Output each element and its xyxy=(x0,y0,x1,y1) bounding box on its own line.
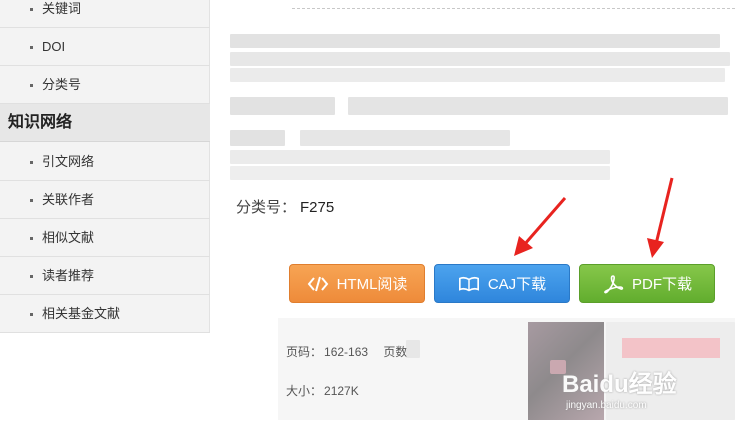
sidebar-item-label: DOI xyxy=(42,39,66,54)
bullet-icon xyxy=(30,237,33,240)
file-size: 大小： 2127K xyxy=(286,382,359,399)
pdf-icon xyxy=(604,274,624,293)
page-range: 页码： 162-163 页数 xyxy=(286,343,407,360)
arrow-to-caj xyxy=(514,197,567,256)
bullet-icon xyxy=(30,161,33,164)
page-range-label: 页码： xyxy=(286,345,323,359)
page-count-label: 页数 xyxy=(383,345,408,359)
sidebar-section-title: 知识网络 xyxy=(0,104,210,142)
pdf-download-button[interactable]: PDF下载 xyxy=(579,264,715,303)
sidebar-item-reader-recommend[interactable]: 读者推荐 xyxy=(0,257,210,295)
bullet-icon xyxy=(30,8,33,11)
classification-label: 分类号： xyxy=(236,199,297,216)
sidebar: 关键词 DOI 分类号 知识网络 引文网络 关联作者 相似文献 读者推荐 相关基… xyxy=(0,0,210,333)
sidebar-item-similar-literature[interactable]: 相似文献 xyxy=(0,219,210,257)
divider xyxy=(292,8,735,9)
caj-download-button[interactable]: CAJ下载 xyxy=(434,264,570,303)
sidebar-item-label: 相似文献 xyxy=(42,230,95,245)
pdf-download-label: PDF下载 xyxy=(631,276,692,293)
sidebar-item-label: 相关基金文献 xyxy=(42,306,121,321)
bullet-icon xyxy=(30,275,33,278)
sidebar-item-keywords[interactable]: 关键词 xyxy=(0,0,210,28)
sidebar-item-label: 引文网络 xyxy=(42,154,95,169)
file-size-label: 大小： xyxy=(286,384,323,398)
sidebar-item-label: 关键词 xyxy=(42,1,82,16)
page-root: 关键词 DOI 分类号 知识网络 引文网络 关联作者 相似文献 读者推荐 相关基… xyxy=(0,0,735,442)
bullet-icon xyxy=(30,84,33,87)
book-icon xyxy=(458,276,479,291)
blurred-page-count xyxy=(406,340,420,358)
sidebar-item-related-authors[interactable]: 关联作者 xyxy=(0,181,210,219)
sidebar-item-label: 分类号 xyxy=(42,77,82,92)
bullet-icon xyxy=(30,199,33,202)
arrow-to-pdf xyxy=(647,177,674,258)
classification-number: 分类号： F275 xyxy=(236,196,334,217)
code-icon xyxy=(307,276,328,291)
file-size-value: 2127K xyxy=(324,384,359,398)
classification-value: F275 xyxy=(300,199,335,216)
sidebar-item-related-fund[interactable]: 相关基金文献 xyxy=(0,295,210,333)
sidebar-item-label: 关联作者 xyxy=(42,192,95,207)
read-online-banner[interactable] xyxy=(622,338,720,358)
sidebar-item-doi[interactable]: DOI xyxy=(0,28,210,66)
sidebar-item-label: 读者推荐 xyxy=(42,268,95,283)
sidebar-item-classification[interactable]: 分类号 xyxy=(0,66,210,104)
watermark-brand: Baidu经验 xyxy=(562,371,677,398)
watermark-url: jingyan.baidu.com xyxy=(566,400,647,411)
bullet-icon xyxy=(30,46,33,49)
page-range-value: 162-163 xyxy=(324,345,369,359)
html-read-label: HTML阅读 xyxy=(336,276,408,293)
sidebar-item-citation-network[interactable]: 引文网络 xyxy=(0,143,210,181)
baidu-watermark: Baidu经验 jingyan.baidu.com xyxy=(562,360,702,430)
caj-download-label: CAJ下载 xyxy=(487,276,547,293)
bullet-icon xyxy=(30,313,33,316)
html-read-button[interactable]: HTML阅读 xyxy=(289,264,425,303)
